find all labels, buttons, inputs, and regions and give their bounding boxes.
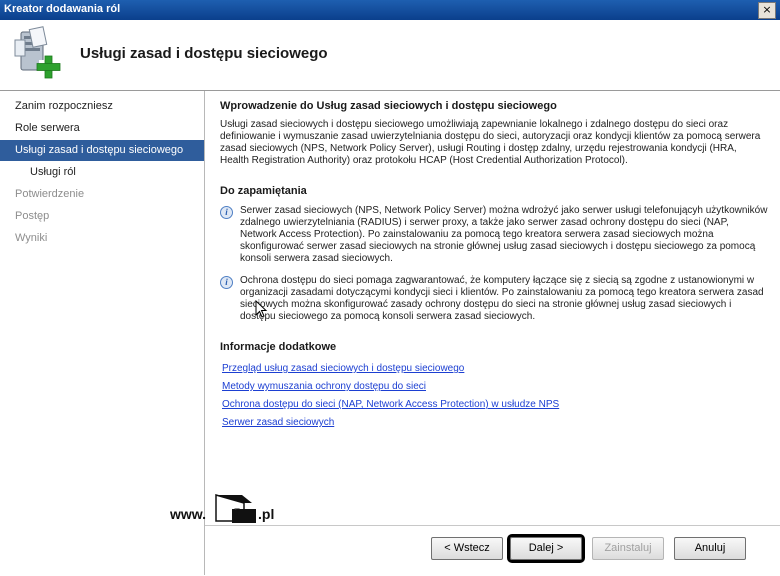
intro-title: Wprowadzenie do Usług zasad sieciowych i…: [220, 100, 557, 112]
close-button[interactable]: ×: [758, 2, 776, 19]
nav-step-progress: Postęp: [15, 210, 50, 222]
watermark-badge-num: 7: [234, 507, 240, 519]
notes-title: Do zapamiętania: [220, 185, 307, 197]
nav-step-role-services[interactable]: Usługi ról: [0, 162, 204, 183]
server-add-icon: [14, 26, 61, 79]
close-icon: ×: [762, 3, 772, 16]
link-nap-enforcement-methods[interactable]: Metody wymuszania ochrony dostępu do sie…: [222, 381, 426, 392]
back-button[interactable]: < Wstecz: [431, 537, 503, 560]
window-title: Kreator dodawania ról: [4, 3, 121, 15]
link-npas-overview[interactable]: Przegląd usług zasad sieciowych i dostęp…: [222, 363, 464, 374]
nav-step-npas[interactable]: Usługi zasad i dostępu sieciowego: [0, 140, 204, 161]
watermark-prefix: www.: [170, 506, 207, 522]
nav-step-results: Wyniki: [15, 232, 48, 244]
cancel-button[interactable]: Anuluj: [674, 537, 746, 560]
info-icon: i: [220, 206, 233, 219]
wizard-header: Usługi zasad i dostępu sieciowego: [0, 20, 780, 91]
window-title-bar[interactable]: Kreator dodawania ról ×: [0, 0, 780, 20]
page-title: Usługi zasad i dostępu sieciowego: [80, 45, 328, 62]
nav-step-confirmation: Potwierdzenie: [15, 188, 85, 200]
link-nap-in-nps[interactable]: Ochrona dostępu do sieci (NAP, Network A…: [222, 399, 559, 410]
next-button[interactable]: Dalej >: [507, 534, 585, 563]
watermark-suffix: .pl: [258, 506, 275, 522]
nav-step-server-roles[interactable]: Role serwera: [0, 118, 204, 139]
wizard-button-bar: < Wstecz Dalej > Zainstaluj Anuluj: [205, 525, 780, 576]
more-info-title: Informacje dodatkowe: [220, 341, 337, 353]
watermark-logo-icon: slow 7: [215, 494, 256, 523]
wizard-content: Wprowadzenie do Usług zasad sieciowych i…: [205, 91, 780, 525]
nav-step-before-you-begin[interactable]: Zanim rozpoczniesz: [0, 96, 204, 117]
note-nap: Ochrona dostępu do sieci pomaga zagwaran…: [240, 275, 764, 322]
note-nps: Serwer zasad sieciowych (NPS, Network Po…: [240, 205, 768, 264]
mouse-cursor-icon: [255, 300, 268, 318]
link-nps[interactable]: Serwer zasad sieciowych: [222, 417, 334, 428]
intro-text: Usługi zasad sieciowych i dostępu siecio…: [220, 119, 761, 166]
install-button: Zainstaluj: [592, 537, 664, 560]
info-icon: i: [220, 276, 233, 289]
